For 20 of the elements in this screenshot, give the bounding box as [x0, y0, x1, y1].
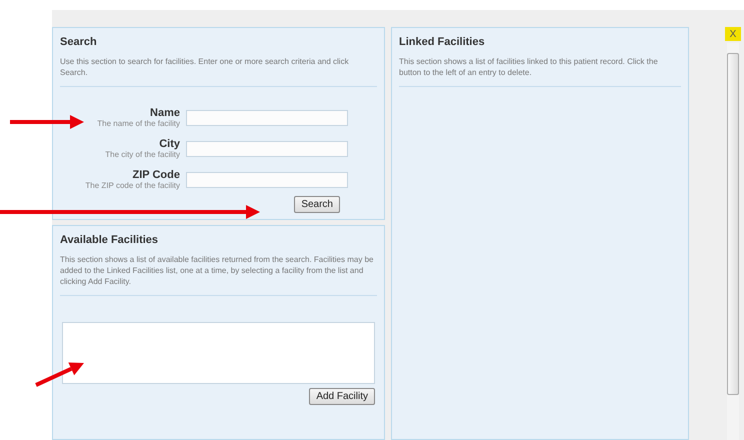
field-hint: The ZIP code of the facility — [85, 181, 180, 190]
field-label: Name — [150, 107, 180, 119]
panel-title: Linked Facilities — [399, 36, 486, 48]
input-field[interactable] — [186, 172, 348, 188]
panel-description: This section shows a list of available facilities returned from the search. Facilities may be added to the Linked Facilities list, one at a time, by selecting a facility from the list and clicking Add Facility. — [60, 254, 377, 296]
field-label: City — [159, 138, 180, 150]
panel-description: This section shows a list of facilities linked to this patient record. Click the button to the left of an entry to delete. — [399, 56, 681, 87]
search-button[interactable]: Search — [294, 196, 340, 213]
arrow — [35, 362, 84, 387]
close-button[interactable]: X — [725, 27, 741, 41]
field-label: ZIP Code — [132, 169, 180, 181]
panel-title: Search — [60, 36, 98, 48]
field-hint: The city of the facility — [105, 150, 180, 159]
input-field[interactable] — [186, 110, 348, 126]
add-facility-button[interactable]: Add Facility — [309, 388, 375, 405]
panel-description: Use this section to search for facilities. Enter one or more search criteria and click Search. — [60, 56, 377, 87]
facility-list[interactable] — [62, 322, 375, 384]
field-hint: The name of the facility — [97, 119, 180, 128]
input-field[interactable] — [186, 140, 348, 156]
panel-title: Available Facilities — [60, 234, 160, 246]
